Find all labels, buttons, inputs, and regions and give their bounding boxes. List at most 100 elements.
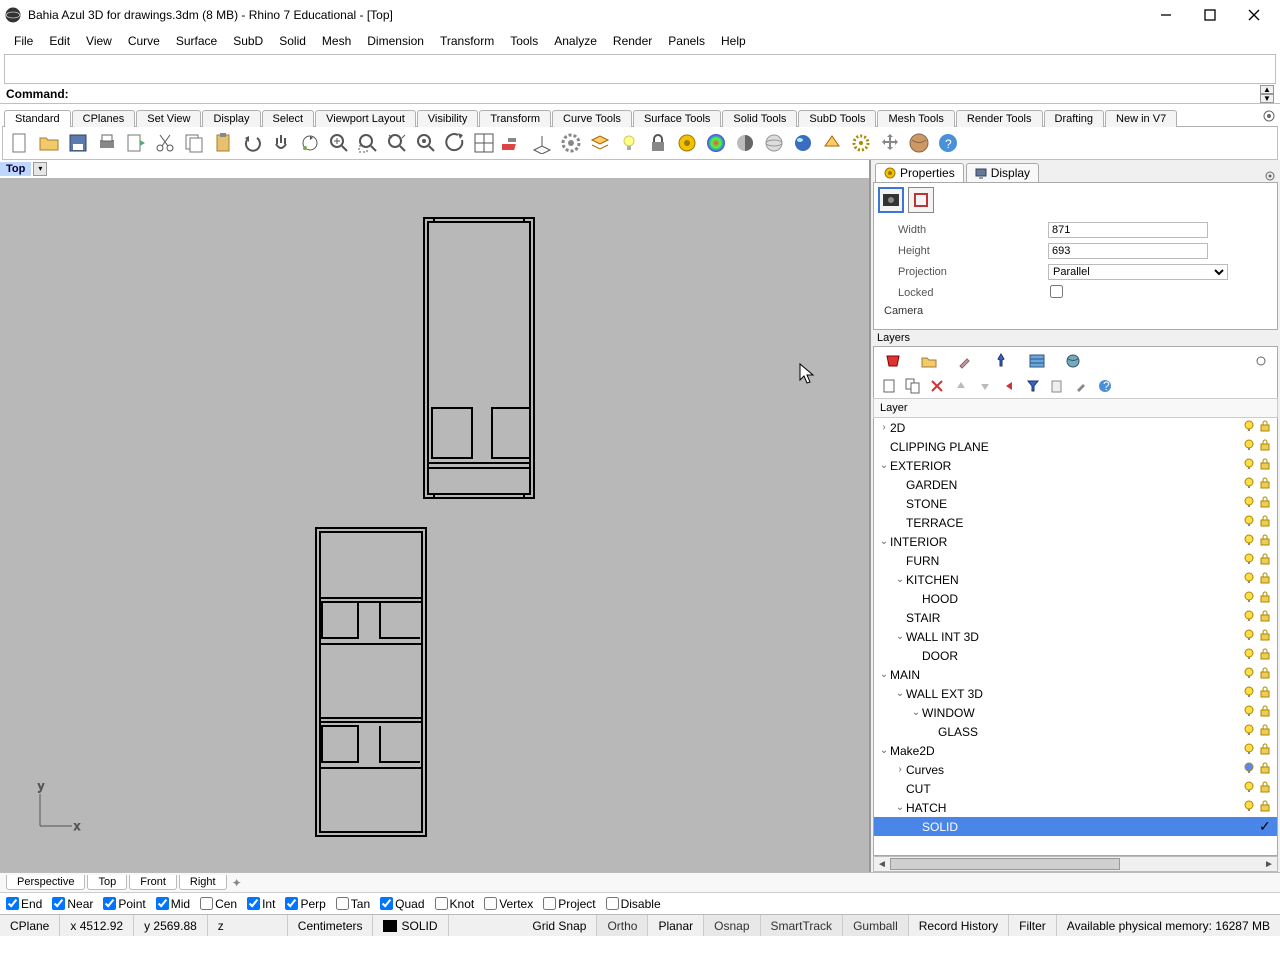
layer-brush-icon[interactable] (956, 352, 974, 370)
expand-icon[interactable]: ⌄ (878, 536, 890, 547)
toolbar-tab-mesh-tools[interactable]: Mesh Tools (877, 110, 954, 127)
osnap-tan[interactable]: Tan (336, 897, 370, 911)
osnap-disable-checkbox[interactable] (606, 897, 619, 910)
osnap-project[interactable]: Project (543, 897, 595, 911)
osnap-near-checkbox[interactable] (52, 897, 65, 910)
delete-layer-icon[interactable] (928, 377, 946, 395)
light-icon[interactable] (616, 130, 642, 156)
layer-row-kitchen[interactable]: ⌄KITCHEN (874, 570, 1277, 589)
layers-gear-icon[interactable] (1255, 355, 1267, 367)
layer-row-make2d[interactable]: ⌄Make2D (874, 741, 1277, 760)
menu-surface[interactable]: Surface (168, 32, 225, 50)
status-record-history[interactable]: Record History (909, 915, 1009, 936)
menu-curve[interactable]: Curve (120, 32, 168, 50)
four-viewports-icon[interactable] (471, 130, 497, 156)
osnap-vertex-checkbox[interactable] (484, 897, 497, 910)
layer-row-interior[interactable]: ⌄INTERIOR (874, 532, 1277, 551)
new-file-icon[interactable] (7, 130, 33, 156)
layer-row-wall-int-3d[interactable]: ⌄WALL INT 3D (874, 627, 1277, 646)
toolbar-tab-set-view[interactable]: Set View (136, 110, 201, 127)
visibility-bulb-icon[interactable] (1243, 515, 1257, 530)
status-osnap[interactable]: Osnap (704, 915, 760, 936)
lock-icon[interactable] (1259, 496, 1273, 511)
lock-icon[interactable] (1259, 458, 1273, 473)
menu-analyze[interactable]: Analyze (546, 32, 605, 50)
layer-row-stair[interactable]: STAIR (874, 608, 1277, 627)
layer-help-icon[interactable]: ? (1096, 377, 1114, 395)
filter-icon[interactable] (1024, 377, 1042, 395)
layer-grid-icon[interactable] (1028, 352, 1046, 370)
layer-row-cut[interactable]: CUT (874, 779, 1277, 798)
layer-row-exterior[interactable]: ⌄EXTERIOR (874, 456, 1277, 475)
visibility-bulb-icon[interactable] (1243, 610, 1257, 625)
lock-icon[interactable] (1259, 477, 1273, 492)
viewport-properties-icon[interactable] (878, 187, 904, 213)
visibility-bulb-icon[interactable] (1243, 781, 1257, 796)
expand-icon[interactable]: ⌄ (894, 574, 906, 585)
height-input[interactable] (1048, 243, 1208, 259)
status-gumball[interactable]: Gumball (843, 915, 909, 936)
layer-row-clipping-plane[interactable]: CLIPPING PLANE (874, 437, 1277, 456)
paste-icon[interactable] (210, 130, 236, 156)
minimize-button[interactable] (1144, 1, 1188, 29)
layer-folder-icon[interactable] (920, 352, 938, 370)
toolbar-tab-viewport-layout[interactable]: Viewport Layout (315, 110, 416, 127)
layer-row-hatch[interactable]: ⌄HATCH (874, 798, 1277, 817)
osnap-end-checkbox[interactable] (6, 897, 19, 910)
lock-icon[interactable] (1259, 648, 1273, 663)
zoom-extents-icon[interactable] (384, 130, 410, 156)
viewport-name[interactable]: Top (0, 162, 31, 176)
maximize-button[interactable] (1188, 1, 1232, 29)
lock-icon[interactable] (1259, 610, 1273, 625)
expand-icon[interactable]: ⌄ (878, 745, 890, 756)
menu-view[interactable]: View (78, 32, 120, 50)
layer-row-solid[interactable]: SOLID✓ (874, 817, 1277, 836)
layer-row-stone[interactable]: STONE (874, 494, 1277, 513)
toolbar-tab-transform[interactable]: Transform (479, 110, 551, 127)
osnap-point[interactable]: Point (103, 897, 145, 911)
visibility-bulb-icon[interactable] (1243, 591, 1257, 606)
visibility-bulb-icon[interactable] (1243, 724, 1257, 739)
move-down-icon[interactable] (976, 377, 994, 395)
lock-icon[interactable] (1259, 591, 1273, 606)
visibility-bulb-icon[interactable] (1243, 667, 1257, 682)
close-button[interactable] (1232, 1, 1276, 29)
lock-icon[interactable] (1259, 667, 1273, 682)
osnap-knot-checkbox[interactable] (435, 897, 448, 910)
layer-row-glass[interactable]: GLASS (874, 722, 1277, 741)
toolbar-tab-cplanes[interactable]: CPlanes (72, 110, 136, 127)
expand-icon[interactable]: ⌄ (910, 707, 922, 718)
osnap-int[interactable]: Int (247, 897, 275, 911)
toolbar-tab-drafting[interactable]: Drafting (1044, 110, 1105, 127)
toolbar-tab-solid-tools[interactable]: Solid Tools (722, 110, 797, 127)
lock-icon[interactable] (1259, 743, 1273, 758)
layer-copy-icon[interactable] (1048, 377, 1066, 395)
layer-globe-icon[interactable] (1064, 352, 1082, 370)
toolbar-tab-render-tools[interactable]: Render Tools (956, 110, 1043, 127)
visibility-bulb-icon[interactable] (1243, 572, 1257, 587)
print-icon[interactable] (94, 130, 120, 156)
lock-icon[interactable] (1259, 439, 1273, 454)
menu-panels[interactable]: Panels (660, 32, 713, 50)
lock-icon[interactable] (1259, 420, 1273, 435)
status-units[interactable]: Centimeters (288, 915, 374, 936)
visibility-bulb-icon[interactable] (1243, 705, 1257, 720)
move-icon[interactable] (877, 130, 903, 156)
layer-row-window[interactable]: ⌄WINDOW (874, 703, 1277, 722)
visibility-bulb-icon[interactable] (1243, 629, 1257, 644)
toolbar-tab-surface-tools[interactable]: Surface Tools (633, 110, 721, 127)
visibility-bulb-icon[interactable] (1243, 496, 1257, 511)
visibility-bulb-icon[interactable] (1243, 800, 1257, 815)
zoom-in-icon[interactable] (326, 130, 352, 156)
visibility-bulb-icon[interactable] (1243, 762, 1257, 777)
visibility-bulb-icon[interactable] (1243, 648, 1257, 663)
osnap-perp[interactable]: Perp (285, 897, 325, 911)
open-file-icon[interactable] (36, 130, 62, 156)
status-ortho[interactable]: Ortho (597, 915, 648, 936)
pan-icon[interactable] (268, 130, 294, 156)
menu-render[interactable]: Render (605, 32, 660, 50)
osnap-knot[interactable]: Knot (435, 897, 475, 911)
help-icon[interactable]: ? (935, 130, 961, 156)
environment-icon[interactable] (906, 130, 932, 156)
rendered-icon[interactable] (790, 130, 816, 156)
